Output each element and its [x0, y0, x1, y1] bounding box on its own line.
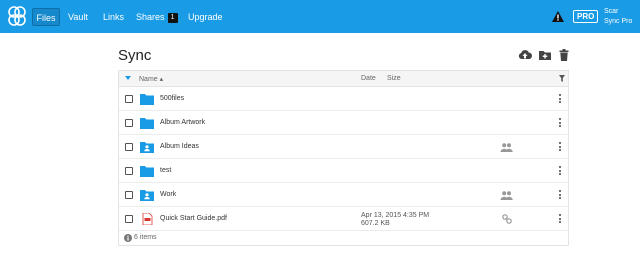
folder-icon: [140, 118, 154, 129]
folder-icon: [140, 94, 154, 105]
nav-links[interactable]: Links: [103, 8, 124, 26]
shared-folder-icon: [140, 190, 154, 201]
user-name[interactable]: Scar: [604, 7, 618, 16]
row-checkbox[interactable]: [125, 191, 133, 199]
trash-icon[interactable]: [557, 48, 571, 62]
file-table: Name ▴ Date Size 500files Album Artwork …: [118, 70, 569, 246]
shared-folder-icon: [140, 142, 154, 153]
warning-icon[interactable]: [552, 11, 564, 22]
nav-files[interactable]: Files: [32, 8, 60, 26]
item-count: 6 items: [134, 234, 157, 241]
select-all-dropdown-icon[interactable]: [125, 76, 131, 80]
table-row[interactable]: Quick Start Guide.pdf Apr 13, 2015 4:35 …: [119, 207, 568, 231]
row-checkbox[interactable]: [125, 95, 133, 103]
top-navigation-bar: Files Vault Links Shares 1 Upgrade PRO Sc…: [0, 0, 640, 33]
row-checkbox[interactable]: [125, 143, 133, 151]
file-name[interactable]: Album Artwork: [160, 119, 205, 126]
pdf-file-icon: [142, 213, 153, 225]
table-footer: 6 items: [119, 231, 568, 245]
folder-icon: [140, 166, 154, 177]
nav-upgrade[interactable]: Upgrade: [188, 8, 223, 26]
sync-logo-icon[interactable]: [6, 5, 28, 27]
more-options-icon[interactable]: [558, 190, 562, 202]
more-options-icon[interactable]: [558, 166, 562, 178]
shared-users-icon[interactable]: [500, 143, 513, 152]
table-row[interactable]: Album Artwork: [119, 111, 568, 135]
new-folder-icon[interactable]: [538, 48, 552, 62]
page-title: Sync: [118, 47, 152, 64]
table-row[interactable]: test: [119, 159, 568, 183]
table-row[interactable]: Work: [119, 183, 568, 207]
nav-shares-label: Shares: [136, 12, 165, 22]
table-row[interactable]: 500files: [119, 87, 568, 111]
link-icon[interactable]: [502, 214, 512, 224]
info-icon: [124, 234, 132, 242]
more-options-icon[interactable]: [558, 118, 562, 130]
nav-shares[interactable]: Shares 1: [136, 8, 178, 26]
shares-count-badge: 1: [167, 13, 178, 23]
column-header-date[interactable]: Date: [361, 75, 376, 82]
file-date: Apr 13, 2015 4:35 PM: [361, 212, 430, 219]
column-header-size[interactable]: Size: [387, 75, 401, 82]
file-name[interactable]: Work: [160, 191, 176, 198]
more-options-icon[interactable]: [558, 142, 562, 154]
file-size: 607.2 KB: [361, 220, 390, 227]
shared-users-icon[interactable]: [500, 191, 513, 200]
row-checkbox[interactable]: [125, 119, 133, 127]
column-header-name[interactable]: Name ▴: [139, 75, 163, 83]
file-name[interactable]: test: [160, 167, 171, 174]
file-name[interactable]: 500files: [160, 95, 184, 102]
more-options-icon[interactable]: [558, 94, 562, 106]
file-name[interactable]: Quick Start Guide.pdf: [160, 215, 227, 222]
nav-vault[interactable]: Vault: [68, 8, 88, 26]
file-name[interactable]: Album Ideas: [160, 143, 199, 150]
row-checkbox[interactable]: [125, 167, 133, 175]
user-plan[interactable]: Sync Pro: [604, 17, 632, 26]
table-header: Name ▴ Date Size: [119, 71, 568, 87]
more-options-icon[interactable]: [558, 214, 562, 226]
filter-icon[interactable]: [559, 75, 565, 82]
pro-plan-badge: PRO: [573, 10, 599, 23]
table-row[interactable]: Album Ideas: [119, 135, 568, 159]
upload-cloud-icon[interactable]: [518, 48, 532, 62]
row-checkbox[interactable]: [125, 215, 133, 223]
